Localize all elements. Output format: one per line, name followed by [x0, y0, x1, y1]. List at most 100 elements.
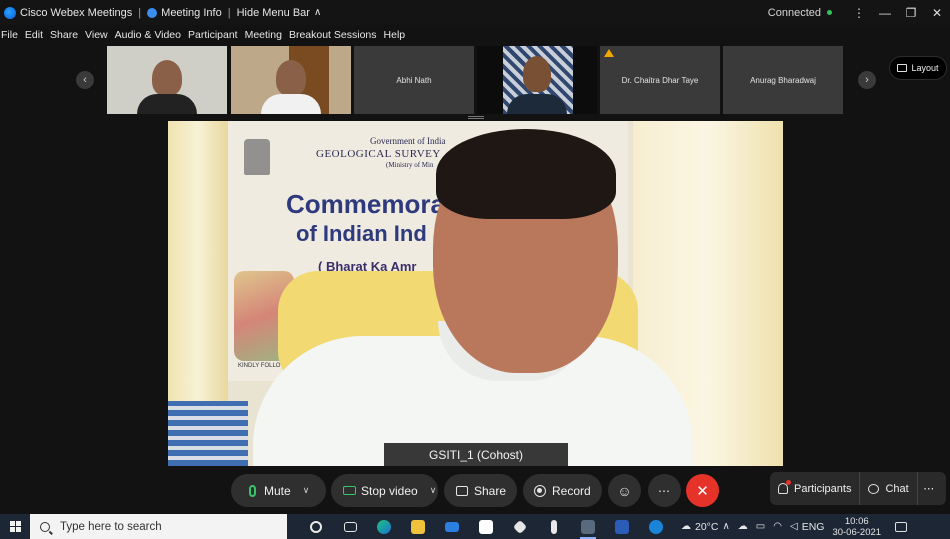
participant-tile[interactable] [477, 46, 597, 114]
layout-icon [897, 64, 908, 72]
power-automate-icon[interactable] [537, 514, 571, 539]
menu-share[interactable]: Share [50, 29, 78, 41]
windows-taskbar: Type here to search ☁ 20°C ∧ ☁ ▭ ◠ ◁ ENG [0, 514, 950, 539]
participant-tile[interactable]: Dr. Chaitra Dhar Taye [600, 46, 720, 114]
active-speaker-video: Government of India GEOLOGICAL SURVEY (M… [168, 121, 783, 466]
more-options-icon[interactable]: ⋮ [846, 6, 872, 20]
chevron-down-icon[interactable]: ∨ [303, 485, 310, 496]
title-bar-right: Connected ⋮ — ❐ ✕ [768, 0, 950, 25]
participant-tile[interactable]: Anurag Bharadwaj [723, 46, 843, 114]
layout-label: Layout [911, 63, 939, 73]
help-icon[interactable] [639, 514, 673, 539]
onedrive-icon[interactable]: ☁ [738, 521, 748, 532]
participants-label: Participants [794, 482, 852, 495]
speaker-hair [436, 129, 616, 219]
windows-logo-icon [9, 521, 21, 532]
close-window-button[interactable]: ✕ [924, 6, 950, 20]
search-placeholder: Type here to search [60, 520, 162, 533]
resize-handle[interactable] [468, 116, 484, 119]
meeting-info-button[interactable]: Meeting Info [161, 7, 222, 19]
chevron-up-icon[interactable]: ∧ [722, 521, 729, 532]
share-label: Share [474, 483, 507, 498]
battery-icon[interactable]: ▭ [756, 521, 765, 532]
chevron-down-icon[interactable]: ∨ [430, 485, 437, 496]
more-panels-button[interactable]: ⋯ [916, 472, 941, 505]
status-dot-icon [827, 10, 832, 15]
amazon-icon[interactable] [469, 514, 503, 539]
record-button[interactable]: Record [523, 474, 602, 507]
menu-bar: File Edit Share View Audio & Video Parti… [0, 25, 950, 45]
taskbar-apps [299, 514, 673, 539]
webex-logo-icon [4, 6, 16, 19]
participant-video-body [137, 94, 197, 114]
taskbar-search[interactable]: Type here to search [30, 514, 287, 539]
menu-view[interactable]: View [85, 29, 108, 41]
participant-tile[interactable] [107, 46, 227, 114]
close-icon: ✕ [696, 482, 709, 500]
mail-icon[interactable] [435, 514, 469, 539]
participant-tile[interactable]: Abhi Nath [354, 46, 474, 114]
clock-date: 30-06-2021 [832, 526, 882, 538]
camera-icon [343, 486, 356, 495]
restore-button[interactable]: ❐ [898, 6, 924, 20]
strip-prev-button[interactable]: ‹ [76, 71, 94, 89]
file-explorer-icon[interactable] [401, 514, 435, 539]
menu-audio-video[interactable]: Audio & Video [115, 29, 181, 41]
weather-icon[interactable]: ☁ [681, 521, 691, 532]
participant-tile[interactable] [231, 46, 351, 114]
participant-video [523, 56, 551, 92]
meeting-controls: Mute ∨ Stop video ∨ Share Record ☺ ⋯ ✕ P… [0, 472, 950, 508]
menu-help[interactable]: Help [384, 29, 406, 41]
title-bar: Cisco Webex Meetings | Meeting Info | Hi… [0, 0, 950, 25]
ellipsis-icon: ⋯ [923, 483, 936, 495]
participant-video-body [507, 94, 567, 114]
layout-button[interactable]: Layout [889, 56, 947, 80]
ellipsis-icon: ⋯ [658, 483, 671, 498]
clock[interactable]: 10:06 30-06-2021 [832, 516, 881, 538]
participants-icon [778, 480, 791, 494]
mute-button[interactable]: Mute ∨ [231, 474, 326, 507]
language-indicator[interactable]: ENG [802, 521, 825, 533]
menu-participant[interactable]: Participant [188, 29, 238, 41]
chat-button[interactable]: Chat [859, 472, 916, 505]
participant-video [152, 60, 182, 96]
cortana-icon[interactable] [299, 514, 333, 539]
webex-taskbar-icon[interactable] [571, 514, 605, 539]
title-separator: | [138, 6, 142, 19]
webex-window: Cisco Webex Meetings | Meeting Info | Hi… [0, 0, 950, 539]
word-icon[interactable] [605, 514, 639, 539]
banner-text: of Indian Ind [296, 221, 427, 246]
volume-icon[interactable]: ◁ [790, 521, 798, 532]
stop-video-label: Stop video [361, 483, 418, 498]
more-options-button[interactable]: ⋯ [648, 474, 681, 507]
reactions-button[interactable]: ☺ [608, 474, 641, 507]
wifi-icon[interactable]: ◠ [773, 521, 782, 532]
notifications-icon[interactable] [895, 521, 908, 532]
share-button[interactable]: Share [444, 474, 517, 507]
participant-strip: ‹ Abhi Nath Dr. Chaitra Dhar Taye Anurag… [0, 46, 950, 114]
strip-next-button[interactable]: › [858, 71, 876, 89]
mute-label: Mute [264, 483, 291, 498]
banner-text: GEOLOGICAL SURVEY [316, 148, 441, 160]
hide-menu-bar-button[interactable]: Hide Menu Bar [237, 7, 310, 19]
shield-info-icon [147, 7, 158, 18]
edge-icon[interactable] [367, 514, 401, 539]
menu-meeting[interactable]: Meeting [245, 29, 282, 41]
menu-edit[interactable]: Edit [25, 29, 43, 41]
start-button[interactable] [0, 514, 30, 539]
participant-video-body [261, 94, 321, 114]
leave-meeting-button[interactable]: ✕ [686, 474, 719, 507]
temperature[interactable]: 20°C [695, 521, 718, 533]
minimize-button[interactable]: — [872, 6, 898, 20]
system-tray: ☁ 20°C ∧ ☁ ▭ ◠ ◁ ENG 10:06 30-06-2021 [677, 516, 908, 538]
stop-video-button[interactable]: Stop video ∨ [331, 474, 438, 507]
participants-button[interactable]: Participants [770, 472, 859, 505]
task-view-icon[interactable] [333, 514, 367, 539]
menu-file[interactable]: File [1, 29, 18, 41]
banner-text: Government of India [370, 136, 446, 146]
chevron-up-icon[interactable]: ∧ [314, 7, 321, 18]
microphone-icon [249, 484, 256, 497]
panel-controls: Participants Chat ⋯ [770, 472, 946, 505]
menu-breakout-sessions[interactable]: Breakout Sessions [289, 29, 377, 41]
dropbox-icon[interactable] [503, 514, 537, 539]
